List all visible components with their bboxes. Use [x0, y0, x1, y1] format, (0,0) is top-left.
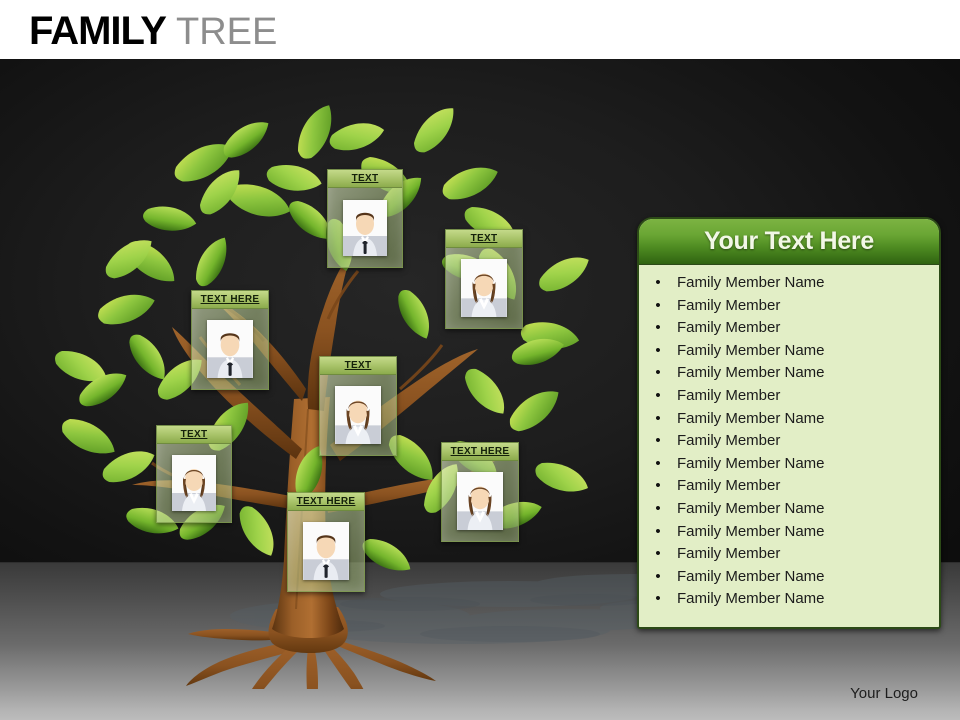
panel-title: Your Text Here — [704, 227, 874, 255]
list-item-label: Family Member — [677, 319, 781, 337]
list-item: • Family Member — [639, 545, 939, 568]
bullet-icon: • — [655, 274, 661, 291]
text-panel: Your Text Here • Family Member Name • Famil… — [637, 217, 941, 629]
title-primary: FAMILY — [29, 9, 167, 53]
list-item-label: Family Member — [677, 545, 781, 563]
list-item-label: Family Member — [677, 477, 781, 495]
frame-upper-left-photo-slot — [192, 309, 268, 389]
female-avatar — [461, 259, 507, 317]
list-item-label: Family Member Name — [677, 274, 825, 291]
list-item: • Family Member Name — [639, 500, 939, 523]
bullet-icon: • — [655, 522, 661, 540]
bullet-icon: • — [655, 296, 661, 314]
frame-bottom-center-photo-slot — [288, 511, 364, 591]
slide-title-bar: FAMILY TREE — [0, 0, 960, 59]
slide-canvas: FAMILY TREE TEXT TEXT HERE TEXT TEXT TEX… — [0, 0, 960, 720]
male-avatar — [343, 199, 387, 256]
frame-top-center-label-bar: TEXT — [328, 170, 402, 188]
male-avatar — [303, 522, 349, 580]
list-item-label: Family Member — [677, 432, 781, 450]
family-member-list: • Family Member Name • Family Member • Family… — [639, 274, 939, 613]
list-item-label: Family Member Name — [677, 522, 825, 540]
frame-top-center-label: TEXT — [351, 173, 379, 184]
frame-mid-center-photo-slot — [320, 375, 396, 455]
panel-header: Your Text Here — [639, 219, 939, 265]
list-item: • Family Member Name — [639, 455, 939, 478]
frame-mid-left-label-bar: TEXT — [157, 426, 231, 444]
frame-mid-right-label-bar: TEXT HERE — [442, 443, 518, 461]
list-item: • Family Member — [639, 387, 939, 410]
female-avatar — [172, 455, 216, 511]
bullet-icon: • — [655, 319, 661, 337]
bullet-icon: • — [655, 567, 661, 585]
frame-upper-right[interactable]: TEXT — [445, 229, 523, 329]
male-avatar — [207, 320, 253, 378]
list-item: • Family Member Name — [639, 523, 939, 546]
frame-upper-right-label-bar: TEXT — [446, 230, 522, 248]
list-item: • Family Member Name — [639, 568, 939, 591]
frame-upper-right-photo-slot — [446, 248, 522, 328]
slide-stage: TEXT TEXT HERE TEXT TEXT TEXT TEXT HERE … — [0, 59, 960, 720]
bullet-icon: • — [655, 590, 661, 608]
frame-bottom-center[interactable]: TEXT HERE — [287, 492, 365, 592]
frame-mid-center[interactable]: TEXT — [319, 356, 397, 456]
frame-mid-center-label: TEXT — [344, 360, 372, 371]
title-secondary: TREE — [176, 11, 278, 53]
bullet-icon: • — [655, 432, 661, 450]
list-item-label: Family Member Name — [677, 590, 825, 608]
frame-upper-left-label: TEXT HERE — [200, 294, 260, 305]
list-item-label: Family Member Name — [677, 409, 825, 427]
frame-upper-right-label: TEXT — [470, 233, 498, 244]
page-title: FAMILY TREE — [29, 9, 277, 54]
frame-mid-left-label: TEXT — [180, 429, 208, 440]
bullet-icon: • — [655, 499, 661, 517]
frame-bottom-center-label-bar: TEXT HERE — [288, 493, 364, 511]
frame-mid-right[interactable]: TEXT HERE — [441, 442, 519, 542]
frame-upper-left-label-bar: TEXT HERE — [192, 291, 268, 309]
panel-body: • Family Member Name • Family Member • Family… — [639, 265, 939, 627]
frame-top-center[interactable]: TEXT — [327, 169, 403, 268]
list-item: • Family Member Name — [639, 410, 939, 433]
list-item-label: Family Member Name — [677, 567, 825, 585]
list-item-label: Family Member Name — [677, 364, 825, 382]
bullet-icon: • — [655, 477, 661, 495]
bullet-icon: • — [655, 454, 661, 472]
frame-mid-center-label-bar: TEXT — [320, 357, 396, 375]
logo-placeholder[interactable]: Your Logo — [850, 685, 918, 702]
list-item: • Family Member Name — [639, 342, 939, 365]
female-avatar — [335, 386, 381, 444]
bullet-icon: • — [655, 341, 661, 359]
frame-mid-left[interactable]: TEXT — [156, 425, 232, 523]
frame-mid-right-photo-slot — [442, 461, 518, 541]
list-item-label: Family Member Name — [677, 341, 825, 359]
frame-top-center-photo-slot — [328, 188, 402, 267]
list-item: • Family Member Name — [639, 364, 939, 387]
frame-mid-left-photo-slot — [157, 444, 231, 522]
list-item: • Family Member — [639, 319, 939, 342]
bullet-icon: • — [655, 364, 661, 382]
female-avatar — [457, 472, 503, 530]
list-item-label: Family Member Name — [677, 499, 825, 517]
list-item-label: Family Member — [677, 386, 781, 404]
frame-bottom-center-label: TEXT HERE — [296, 496, 356, 507]
list-item: • Family Member Name — [639, 590, 939, 613]
list-item: • Family Member — [639, 432, 939, 455]
list-item: • Family Member — [639, 297, 939, 320]
list-item-label: Family Member — [677, 296, 781, 314]
frame-mid-right-label: TEXT HERE — [450, 446, 510, 457]
frame-upper-left[interactable]: TEXT HERE — [191, 290, 269, 390]
list-item: • Family Member — [639, 477, 939, 500]
bullet-icon: • — [655, 545, 661, 563]
list-item: • Family Member Name — [639, 274, 939, 297]
bullet-icon: • — [655, 409, 661, 427]
list-item-label: Family Member Name — [677, 454, 825, 472]
bullet-icon: • — [655, 386, 661, 404]
